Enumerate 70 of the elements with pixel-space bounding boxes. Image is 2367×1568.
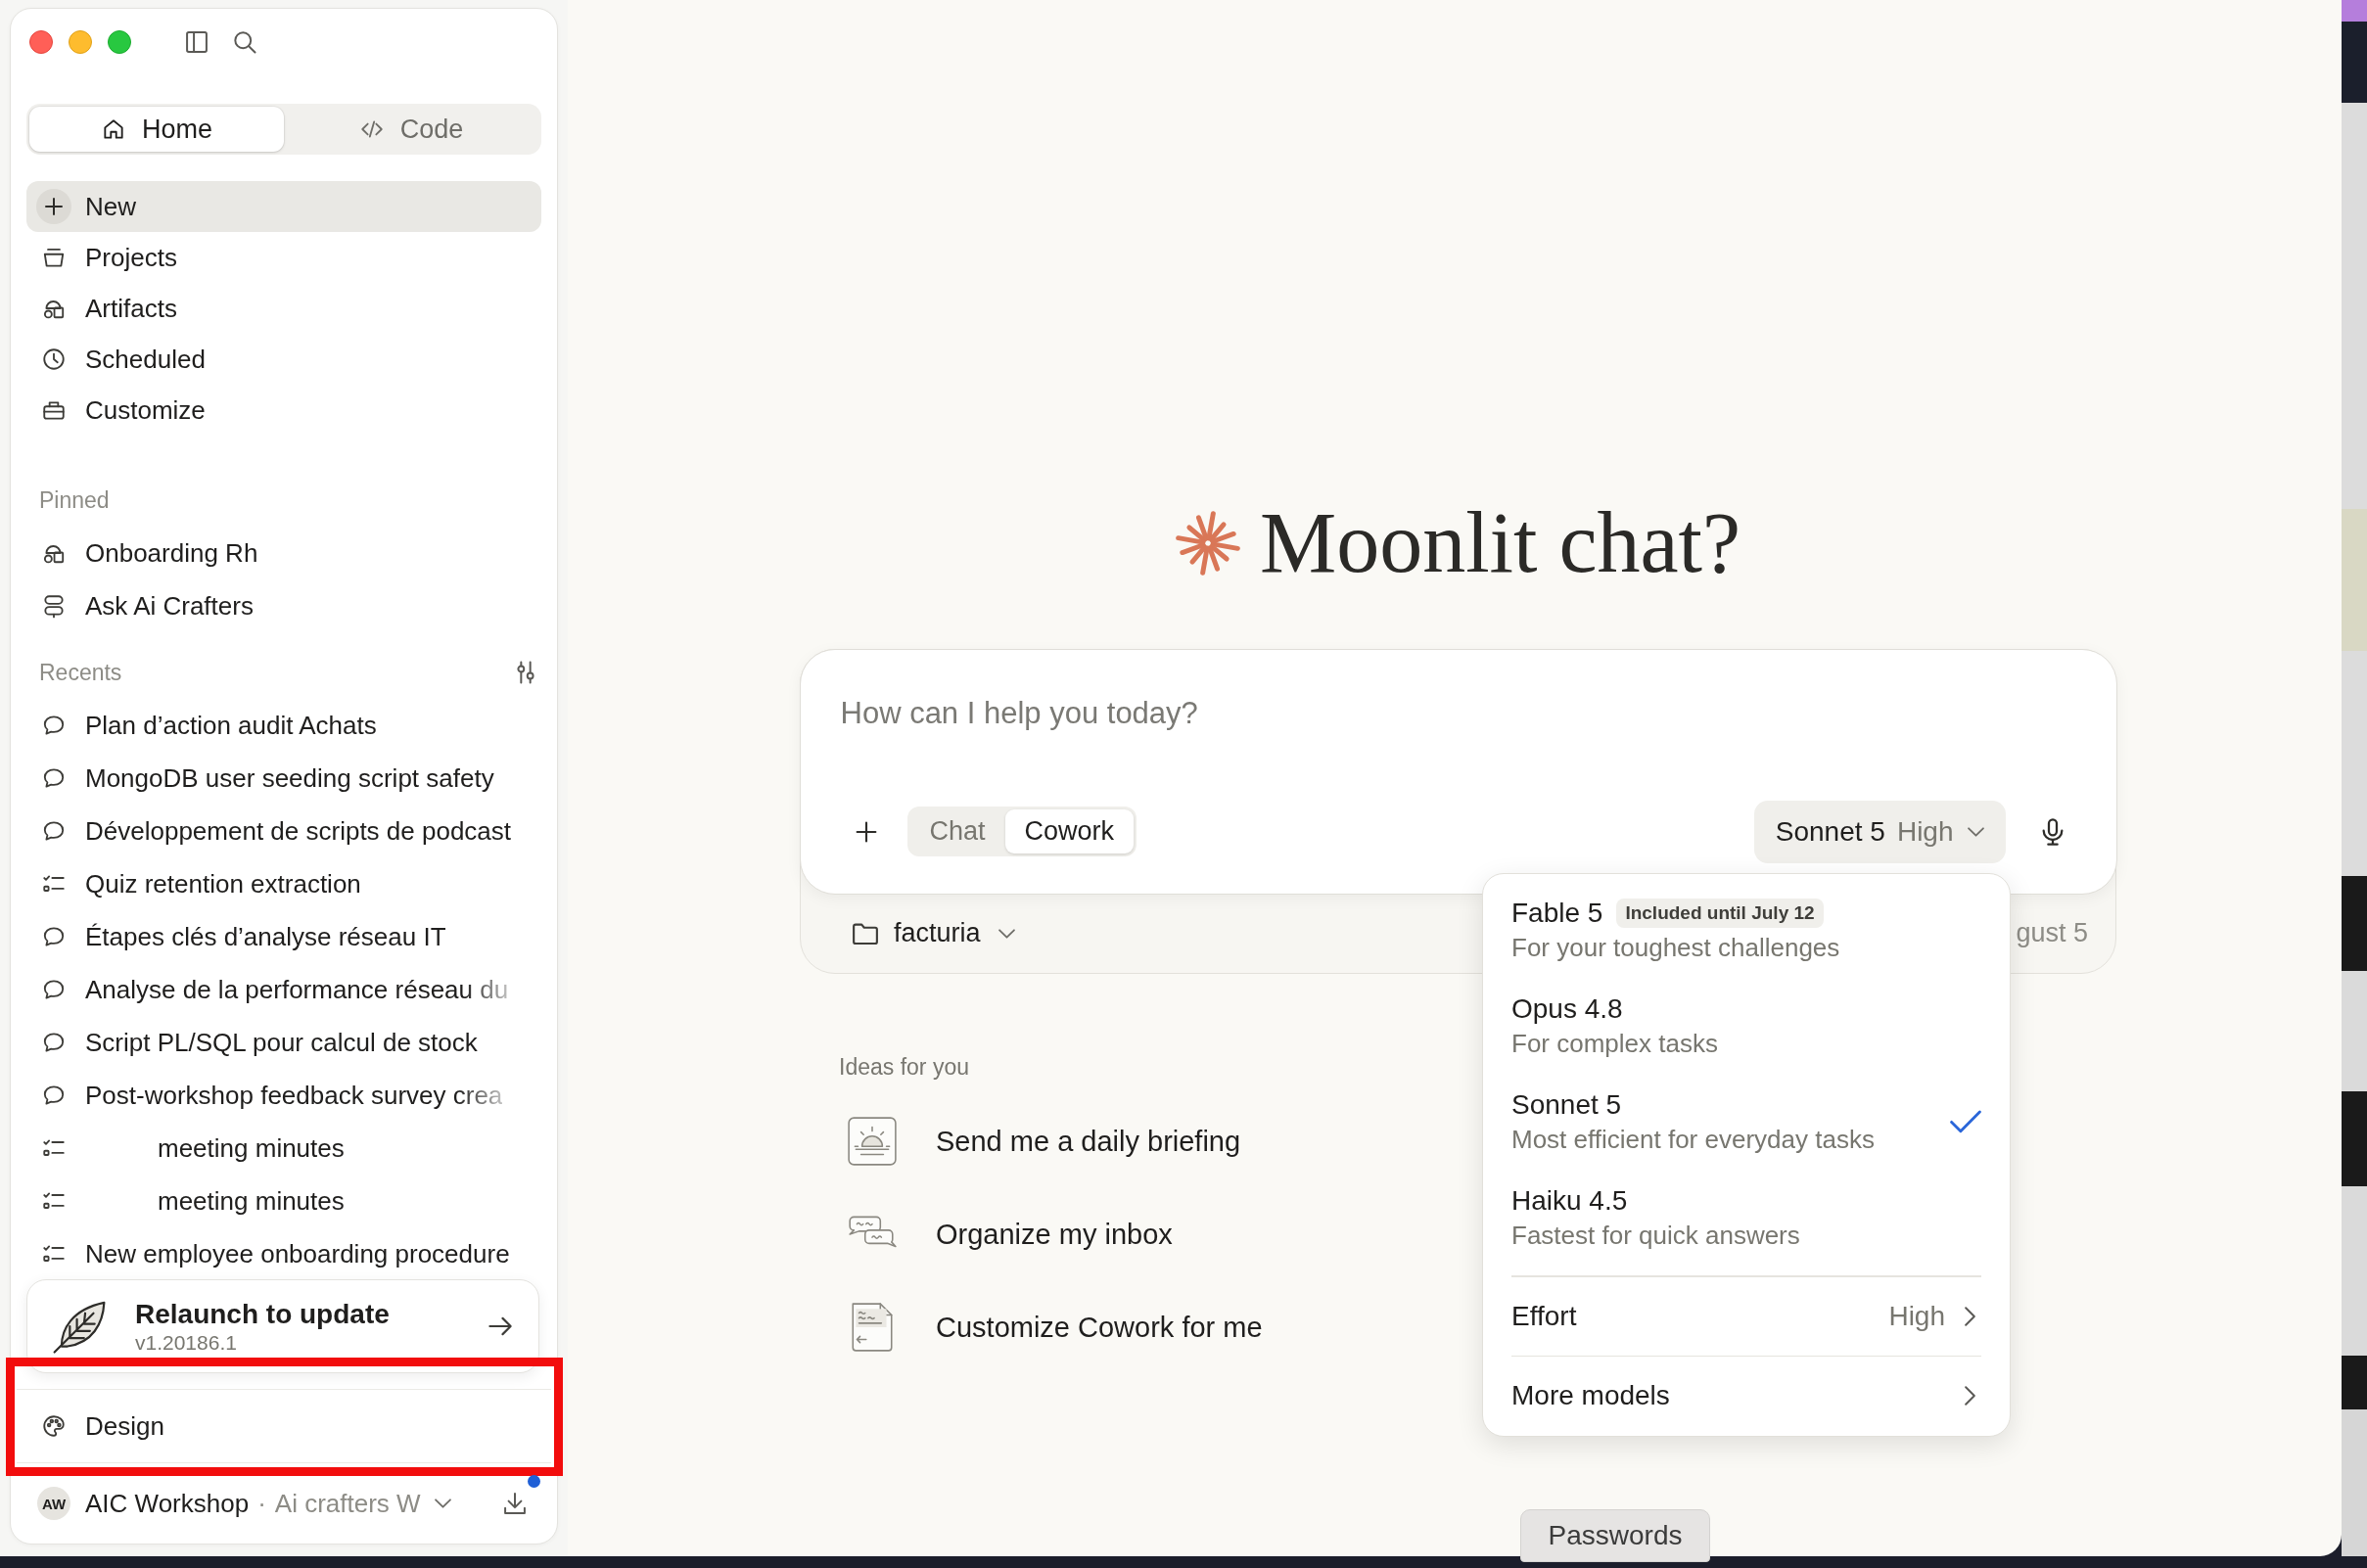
design-item[interactable]: Design	[41, 1410, 164, 1442]
chat-bubble-icon	[41, 977, 67, 1002]
recent-item[interactable]: Script PL/SQL pour calcul de stock	[26, 1016, 541, 1069]
tooltip: Passwords	[1520, 1509, 1710, 1562]
greeting-title: Moonlit chat?	[1259, 494, 1741, 592]
search-icon[interactable]	[231, 28, 258, 56]
nav-item[interactable]: Customize	[26, 385, 541, 436]
zoom-window-button[interactable]	[108, 30, 131, 54]
recent-item[interactable]: Étapes clés d’analyse réseau IT	[26, 910, 541, 963]
recent-item[interactable]: Développement de scripts de podcast	[26, 805, 541, 857]
avatar[interactable]: AW	[37, 1487, 70, 1520]
clock-icon	[41, 346, 67, 372]
recent-item[interactable]: MongoDB user seeding script safety	[26, 752, 541, 805]
sunrise-card-icon	[846, 1115, 899, 1168]
pinned-item[interactable]: Onboarding Rh	[26, 527, 541, 579]
date-text: gust 5	[2016, 918, 2088, 948]
chat-bubble-icon	[41, 924, 67, 949]
close-window-button[interactable]	[29, 30, 53, 54]
chevron-down-icon	[434, 1499, 451, 1508]
chevron-right-icon	[1965, 1306, 1975, 1326]
plan-badge: Included until July 12	[1616, 899, 1824, 928]
mode-tab[interactable]: Code	[284, 107, 538, 152]
section-label: Pinned	[39, 486, 110, 514]
section-label: Recents	[39, 659, 122, 686]
version-text: v1.20186.1	[135, 1331, 238, 1355]
chevron-down-icon	[1967, 826, 1984, 837]
plus-icon	[36, 189, 71, 224]
folder-selector[interactable]: facturia	[851, 918, 1015, 948]
sidebar-toggle-icon[interactable]	[183, 28, 210, 56]
nav-item[interactable]: Artifacts	[26, 283, 541, 334]
menu-item[interactable]: Effort High	[1483, 1276, 2010, 1356]
mode-tab[interactable]: Home	[29, 107, 284, 152]
palette-icon	[41, 1413, 67, 1439]
pinned-item[interactable]: Ask Ai Crafters	[26, 579, 541, 632]
suggestion-item[interactable]: Customize Cowork for me	[846, 1280, 1263, 1374]
download-icon[interactable]	[501, 1490, 529, 1517]
recent-item[interactable]: Quiz retention extraction	[26, 857, 541, 910]
recent-item[interactable]: meeting minutes	[26, 1122, 541, 1175]
suggestion-item[interactable]: Send me a daily briefing	[846, 1094, 1241, 1188]
signpost-icon	[41, 593, 67, 619]
recent-item[interactable]: New employee onboarding procedure	[26, 1227, 541, 1279]
chevron-down-icon	[998, 928, 1015, 939]
chevron-right-icon	[1965, 1386, 1975, 1406]
new-chat-button[interactable]: New	[26, 181, 541, 232]
chat-bubble-icon	[41, 713, 67, 738]
chat-bubble-icon	[41, 1083, 67, 1108]
mode-tab[interactable]: Cowork	[1004, 809, 1135, 853]
chat-bubble-icon	[41, 818, 67, 844]
model-option[interactable]: Haiku 4.5 Fastest for quick answers	[1483, 1170, 2010, 1266]
model-selector[interactable]: Sonnet 5 High	[1753, 800, 2006, 863]
update-card[interactable]: Relaunch to update v1.20186.1	[26, 1279, 539, 1373]
recent-item[interactable]: Post-workshop feedback survey crea	[26, 1069, 541, 1122]
chat-bubble-icon	[41, 1030, 67, 1055]
composer-field[interactable]: How can I help you today? Chat Cowork Sonnet 5 High	[799, 648, 2117, 895]
model-option[interactable]: Sonnet 5 Most efficient for everyday tasks	[1483, 1074, 2010, 1170]
update-title: Relaunch to update	[135, 1298, 390, 1331]
account-switcher[interactable]: AIC Workshop · Ai crafters W	[85, 1488, 451, 1519]
nav-item[interactable]: Scheduled	[26, 334, 541, 385]
menu-item[interactable]: More models	[1483, 1357, 2010, 1435]
nav-item[interactable]: Projects	[26, 232, 541, 283]
message-input[interactable]: How can I help you today?	[840, 694, 2077, 801]
mode-tab[interactable]: Chat	[909, 809, 1005, 853]
suggestion-item[interactable]: Organize my inbox	[846, 1187, 1173, 1281]
starburst-icon	[1175, 510, 1240, 576]
recent-item[interactable]: meeting minutes	[26, 1175, 541, 1227]
model-option[interactable]: Opus 4.8 For complex tasks	[1483, 978, 2010, 1074]
chat-bubble-icon	[41, 765, 67, 791]
recent-item[interactable]: Plan d’action audit Achats	[26, 699, 541, 752]
section-label: Ideas for you	[839, 1052, 969, 1082]
recent-item[interactable]: Analyse de la performance réseau du	[26, 963, 541, 1016]
